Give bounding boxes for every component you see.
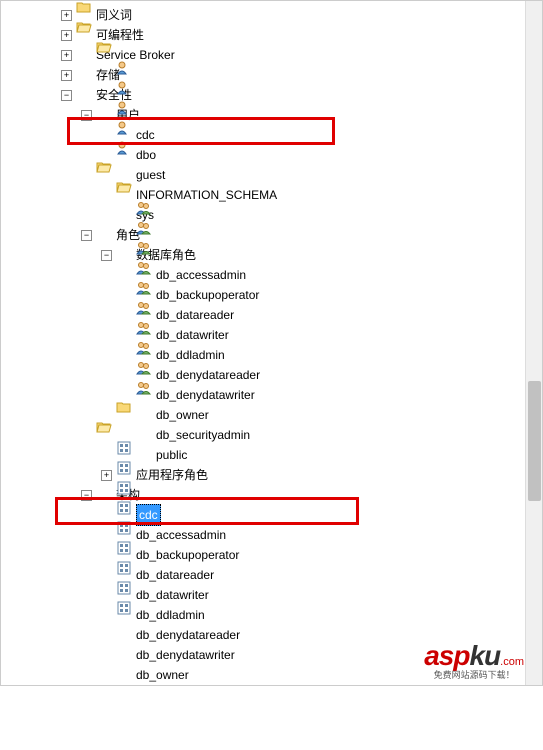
collapse-toggle[interactable]: − xyxy=(81,230,92,241)
object-explorer-tree: + 同义词 + 可编程性 + Service Broker + 存储 − 安全性… xyxy=(1,1,277,689)
expand-toggle[interactable]: + xyxy=(61,30,72,41)
node-label: 应用程序角色 xyxy=(136,465,208,485)
node-label: 同义词 xyxy=(96,5,132,25)
node-label: public xyxy=(156,445,187,465)
node-label: db_backupoperator xyxy=(156,285,259,305)
tree-node-role[interactable]: public xyxy=(21,445,277,465)
tree-node-programmability[interactable]: + 可编程性 xyxy=(21,25,277,45)
scrollbar-thumb[interactable] xyxy=(528,381,541,501)
expand-toggle[interactable]: + xyxy=(61,70,72,81)
node-label: guest xyxy=(136,165,165,185)
node-label: db_datareader xyxy=(136,565,214,585)
watermark-cn: 免费网站源码下载！ xyxy=(424,668,524,681)
vertical-scrollbar[interactable] xyxy=(525,1,542,685)
watermark-ku: ku xyxy=(469,640,500,671)
node-label-selected: cdc xyxy=(136,504,161,526)
node-label: db_owner xyxy=(136,665,189,685)
collapse-toggle[interactable]: − xyxy=(101,250,112,261)
node-label: db_denydatareader xyxy=(136,625,240,645)
collapse-toggle[interactable]: − xyxy=(81,490,92,501)
tree-node-user-cdc[interactable]: cdc xyxy=(21,125,277,145)
tree-node-schema[interactable]: db_datawriter xyxy=(21,585,277,605)
collapse-toggle[interactable]: − xyxy=(61,90,72,101)
node-label: db_accessadmin xyxy=(136,525,226,545)
expand-toggle[interactable]: + xyxy=(61,50,72,61)
node-label: db_ddladmin xyxy=(136,605,205,625)
folder-open-icon xyxy=(76,87,92,103)
tree-node-service-broker[interactable]: + Service Broker xyxy=(21,45,277,65)
tree-node-user-dbo[interactable]: dbo xyxy=(21,145,277,165)
tree-node-schema[interactable]: db_accessadmin xyxy=(21,525,277,545)
tree-node-schema[interactable]: db_backupoperator xyxy=(21,545,277,565)
tree-node-schema[interactable]: db_ddladmin xyxy=(21,605,277,625)
node-label: db_denydatawriter xyxy=(156,385,255,405)
node-label: db_datareader xyxy=(156,305,234,325)
tree-node-user-guest[interactable]: guest xyxy=(21,165,277,185)
node-label: db_ddladmin xyxy=(156,345,225,365)
node-label: db_datawriter xyxy=(136,585,209,605)
node-label: db_owner xyxy=(156,405,209,425)
folder-open-icon xyxy=(96,487,112,503)
node-label: db_backupoperator xyxy=(136,545,239,565)
folder-open-icon xyxy=(116,247,132,263)
tree-node-schema[interactable]: db_owner xyxy=(21,665,277,685)
collapse-toggle[interactable]: − xyxy=(81,110,92,121)
tree-node-schema[interactable]: db_denydatareader xyxy=(21,625,277,645)
folder-open-icon xyxy=(96,227,112,243)
expand-toggle[interactable]: + xyxy=(61,10,72,21)
tree-node-users[interactable]: − 用户 xyxy=(21,105,277,125)
watermark: aspku.com 免费网站源码下载！ xyxy=(424,640,524,681)
tree-node-schema[interactable]: db_datareader xyxy=(21,565,277,585)
folder-open-icon xyxy=(96,107,112,123)
node-label: db_datawriter xyxy=(156,325,229,345)
tree-node-synonyms[interactable]: + 同义词 xyxy=(21,5,277,25)
tree-node-schema-cdc[interactable]: cdc xyxy=(21,505,277,525)
tree-node-storage[interactable]: + 存储 xyxy=(21,65,277,85)
tree-node-security[interactable]: − 安全性 xyxy=(21,85,277,105)
node-label: db_accessadmin xyxy=(156,265,246,285)
watermark-asp: asp xyxy=(424,640,469,671)
node-label: db_denydatareader xyxy=(156,365,260,385)
role-icon xyxy=(136,447,152,463)
tree-node-schema[interactable]: db_denydatawriter xyxy=(21,645,277,665)
node-label: db_denydatawriter xyxy=(136,645,235,665)
node-label: INFORMATION_SCHEMA xyxy=(136,185,277,205)
node-label: dbo xyxy=(136,145,156,165)
tree-node-app-roles[interactable]: + 应用程序角色 xyxy=(21,465,277,485)
node-label: cdc xyxy=(136,125,155,145)
node-label: db_securityadmin xyxy=(156,425,250,445)
watermark-com: .com xyxy=(500,656,524,668)
schema-icon xyxy=(116,667,132,683)
